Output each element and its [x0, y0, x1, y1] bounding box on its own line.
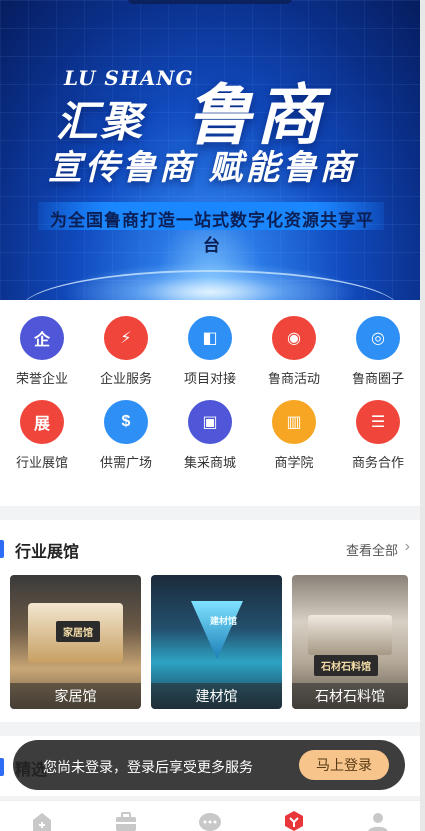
exhibition-section: 行业展馆 查看全部 › 家居馆 家居馆 建材馆 建材馆 石材石料馆 石材石料馆 — [0, 520, 420, 722]
login-now-button[interactable]: 马上登录 — [299, 750, 389, 780]
service-item-mall[interactable]: ▣ 集采商城 — [168, 384, 252, 470]
circle-icon: ◎ — [356, 316, 400, 360]
shopping-bag-icon: ▣ — [188, 400, 232, 444]
card-hall-sign: 石材石料馆 — [314, 655, 378, 676]
hero-banner[interactable]: LU SHANG 汇聚 鲁商 宣传鲁商 赋能鲁商 为全国鲁商打造一站式数字化资源… — [0, 0, 420, 300]
lushang-logo-icon[interactable] — [282, 809, 306, 831]
section-title: 行业展馆 — [15, 544, 80, 561]
service-item-project[interactable]: ◧ 项目对接 — [168, 300, 252, 386]
service-item-cooperation[interactable]: ☰ 商务合作 — [336, 384, 420, 470]
card-caption: 家居馆 — [10, 683, 141, 709]
books-icon: ▥ — [272, 400, 316, 444]
profile-icon[interactable] — [366, 809, 390, 831]
exhibition-card-home[interactable]: 家居馆 家居馆 — [10, 575, 141, 709]
service-grid: 企 荣誉企业 ⚡ 企业服务 ◧ 项目对接 ◉ 鲁商活动 ◎ 鲁商圈子 展 行业展… — [0, 300, 420, 506]
briefcase-icon[interactable] — [114, 809, 138, 831]
view-all-link[interactable]: 查看全部 — [346, 540, 398, 559]
chevron-right-icon[interactable]: › — [405, 538, 410, 556]
app-page: LU SHANG 汇聚 鲁商 宣传鲁商 赋能鲁商 为全国鲁商打造一站式数字化资源… — [0, 0, 425, 831]
service-label: 集采商城 — [183, 455, 236, 470]
service-item-exhibition[interactable]: 展 行业展馆 — [0, 384, 84, 470]
scrollbar[interactable] — [420, 0, 425, 831]
service-item-supply[interactable]: $ 供需广场 — [84, 384, 168, 470]
enterprise-service-icon: ⚡ — [104, 316, 148, 360]
service-item-academy[interactable]: ▥ 商学院 — [252, 384, 336, 470]
service-label: 商务合作 — [351, 455, 404, 470]
honor-enterprise-icon: 企 — [20, 316, 64, 360]
card-hall-image — [191, 601, 243, 659]
section-accent-bar — [0, 540, 4, 558]
card-hall-sign: 建材馆 — [210, 616, 238, 626]
project-docking-icon: ◧ — [188, 316, 232, 360]
message-icon[interactable] — [198, 809, 222, 831]
exhibition-card-building[interactable]: 建材馆 建材馆 — [151, 575, 282, 709]
service-item-activity[interactable]: ◉ 鲁商活动 — [252, 300, 336, 386]
exhibition-card-stone[interactable]: 石材石料馆 石材石料馆 — [292, 575, 408, 709]
banner-en-title: LU SHANG — [64, 66, 194, 90]
banner-slogan: 宣传鲁商 赋能鲁商 — [48, 149, 357, 187]
home-icon[interactable] — [30, 809, 54, 831]
service-item-enterprise[interactable]: ⚡ 企业服务 — [84, 300, 168, 386]
card-caption: 建材馆 — [151, 683, 282, 709]
exhibition-hall-icon: 展 — [20, 400, 64, 444]
service-label: 商学院 — [274, 455, 314, 470]
banner-subtitle: 为全国鲁商打造一站式数字化资源共享平台 — [50, 211, 374, 256]
section-accent-bar — [0, 758, 4, 776]
activity-tag-icon: ◉ — [272, 316, 316, 360]
service-item-circle[interactable]: ◎ 鲁商圈子 — [336, 300, 420, 386]
card-caption: 石材石料馆 — [292, 683, 408, 709]
card-hall-image — [308, 615, 392, 655]
service-label: 供需广场 — [99, 455, 152, 470]
bottom-tab-bar — [0, 800, 420, 831]
supply-demand-icon: $ — [104, 400, 148, 444]
business-doc-icon: ☰ — [356, 400, 400, 444]
card-hall-sign: 家居馆 — [56, 621, 100, 642]
login-prompt-text: 您尚未登录，登录后享受更多服务 — [43, 759, 253, 775]
banner-top-indicator — [128, 0, 292, 4]
service-item-honor[interactable]: 企 荣誉企业 — [0, 300, 84, 386]
service-label: 行业展馆 — [15, 455, 68, 470]
login-prompt-toast: 您尚未登录，登录后享受更多服务 马上登录 — [13, 740, 405, 790]
